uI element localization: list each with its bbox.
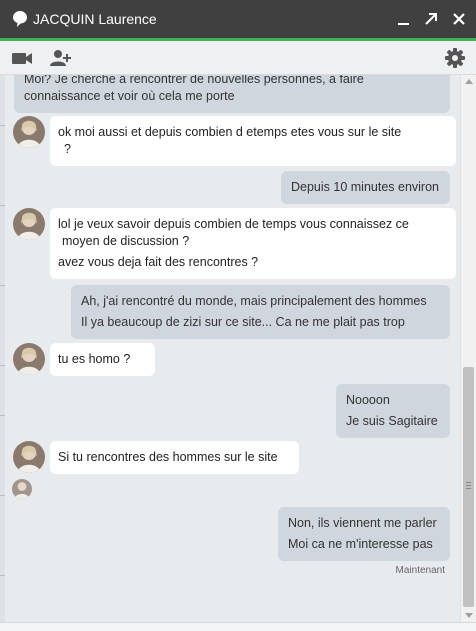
- message-line: lol je veux savoir depuis combien de tem…: [58, 217, 409, 231]
- avatar[interactable]: [13, 208, 45, 240]
- message-line: Moi ca ne m'interesse pas: [288, 537, 433, 551]
- seen-avatar: [12, 479, 32, 499]
- message-line: Je suis Sagitaire: [346, 414, 438, 428]
- message-line: Non, ils viennent me parler: [288, 516, 437, 530]
- message-line: Depuis 10 minutes environ: [291, 180, 439, 194]
- message-timestamp: Maintenant: [395, 565, 445, 576]
- message-sent: Noooon Je suis Sagitaire: [336, 384, 450, 438]
- minimize-icon[interactable]: [394, 9, 414, 29]
- chat-bubble-icon: [13, 11, 27, 27]
- message-line: tu es homo ?: [58, 352, 131, 366]
- chat-window-titlebar: JACQUIN Laurence: [0, 0, 476, 38]
- scrollbar-thumb[interactable]: [463, 367, 474, 607]
- message-line: ?: [64, 142, 71, 156]
- gear-icon[interactable]: [443, 47, 467, 69]
- message-received: tu es homo ?: [50, 343, 155, 376]
- avatar[interactable]: [13, 116, 45, 148]
- message-line: Ah, j'ai rencontré du monde, mais princi…: [81, 294, 427, 308]
- add-person-icon[interactable]: [49, 47, 73, 69]
- message-line: Moi? Je cherche à rencontrer de nouvelle…: [24, 75, 364, 86]
- chat-toolbar: [0, 41, 476, 75]
- close-icon[interactable]: [449, 9, 469, 29]
- contact-name: JACQUIN Laurence: [33, 11, 157, 27]
- message-input-edge[interactable]: [0, 622, 476, 631]
- message-line: connaissance et voir où cela me porte: [24, 89, 235, 103]
- message-received: lol je veux savoir depuis combien de tem…: [50, 208, 456, 279]
- message-line: Noooon: [346, 393, 390, 407]
- message-line: Si tu rencontres des hommes sur le site: [58, 450, 278, 464]
- message-line: Il ya beaucoup de zizi sur ce site... Ca…: [81, 315, 405, 329]
- grip-icon: [466, 488, 471, 489]
- message-line: avez vous deja fait des rencontres ?: [58, 255, 259, 269]
- message-received: ok moi aussi et depuis combien d etemps …: [50, 116, 456, 166]
- avatar[interactable]: [13, 441, 45, 473]
- conversation-area[interactable]: Moi? Je cherche à rencontrer de nouvelle…: [5, 75, 460, 622]
- grip-icon: [466, 482, 471, 483]
- message-sent: Non, ils viennent me parler Moi ca ne m'…: [278, 507, 450, 561]
- message-line: ok moi aussi et depuis combien d etemps …: [58, 125, 402, 139]
- avatar[interactable]: [13, 343, 45, 375]
- popout-icon[interactable]: [421, 9, 441, 29]
- scroll-up-arrow-icon[interactable]: [465, 79, 473, 84]
- grip-icon: [466, 485, 471, 486]
- message-line: moyen de discussion ?: [62, 234, 190, 248]
- message-sent: Ah, j'ai rencontré du monde, mais princi…: [71, 285, 450, 339]
- conversation-scrollbar[interactable]: [460, 75, 476, 622]
- message-received: Si tu rencontres des hommes sur le site: [50, 441, 299, 474]
- message-sent: Depuis 10 minutes environ: [281, 171, 450, 204]
- video-camera-icon[interactable]: [10, 47, 34, 69]
- scroll-down-arrow-icon[interactable]: [465, 613, 473, 618]
- message-sent: Moi? Je cherche à rencontrer de nouvelle…: [14, 75, 450, 113]
